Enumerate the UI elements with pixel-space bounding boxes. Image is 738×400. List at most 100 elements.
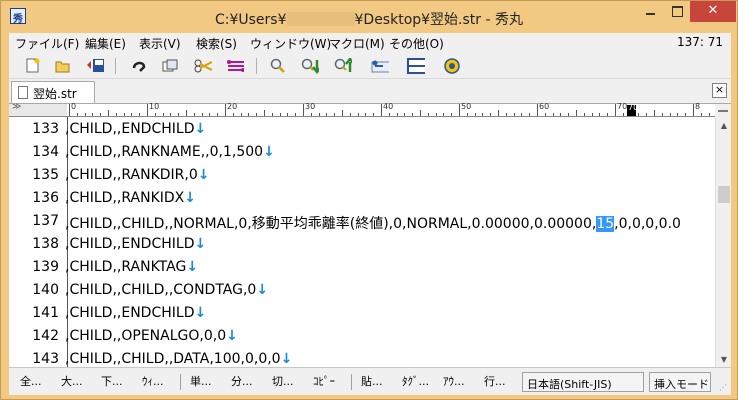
app-window: 秀 C:¥Users¥ ¥Desktop¥翌始.str - 秀丸 ✕ ファイル(F… — [0, 0, 738, 400]
ruler-tick — [505, 113, 507, 116]
ruler-tick — [318, 113, 320, 116]
input-mode-status[interactable]: 挿入モード — [649, 372, 711, 392]
save-icon[interactable] — [86, 57, 104, 74]
ruler-number: 0 — [71, 102, 77, 111]
editor-line[interactable]: 143 ,CHILD,,CHILD,,DATA,100,0,0,0↓ — [9, 348, 715, 368]
toolbar — [9, 53, 731, 79]
ruler-tick — [264, 110, 265, 116]
minimize-button[interactable] — [636, 1, 664, 22]
ruler-tick — [498, 110, 499, 116]
ruler-tick — [92, 113, 94, 116]
encoding-status[interactable]: 日本語(Shift-JIS) — [522, 372, 644, 392]
ruler-tick — [178, 113, 180, 116]
eol-marker: ↓ — [194, 121, 207, 137]
fkey-button[interactable]: 全... — [20, 373, 42, 389]
copy-icon[interactable] — [162, 57, 180, 74]
line-text: ,CHILD,,OPENALGO,0,0↓ — [65, 328, 238, 344]
editor-line[interactable]: 142 ,CHILD,,OPENALGO,0,0↓ — [9, 325, 715, 348]
ruler-number: 40 — [383, 102, 394, 111]
menu-bar: ファイル(F) 編集(E) 表示(V) 検索(S) ウィンドウ(W) マクロ(M… — [9, 33, 731, 53]
ruler-tick — [490, 113, 492, 116]
tab-bar: 翌始.str × — [9, 79, 731, 103]
ruler-gutter-label: ≫ — [12, 102, 22, 112]
scroll-up-arrow-icon[interactable]: ▲ — [716, 118, 732, 134]
menu-file[interactable]: ファイル(F) — [15, 35, 79, 52]
find-down-icon[interactable] — [301, 57, 319, 74]
fkey-button[interactable]: ｱｳ... — [443, 373, 465, 389]
editor-line[interactable]: 139 ,CHILD,,RANKTAG↓ — [9, 256, 715, 279]
line-number: 138 — [32, 236, 59, 252]
fkey-button[interactable]: ｺﾋﾟｰ — [313, 373, 335, 389]
editor-line[interactable]: 135 ,CHILD,,RANKDIR,0↓ — [9, 164, 715, 187]
fkey-button[interactable]: 下... — [101, 373, 123, 389]
resize-grip-icon[interactable]: ⋰ — [719, 383, 729, 393]
ruler-number: 10 — [149, 102, 160, 111]
ruler-tick — [381, 104, 382, 116]
fkey-separator — [180, 374, 181, 390]
ruler-tick — [693, 104, 694, 116]
scroll-down-arrow-icon[interactable]: ▼ — [716, 352, 732, 368]
ruler-tick — [303, 104, 304, 116]
grep-icon[interactable] — [371, 57, 389, 74]
fkey-button[interactable]: 単... — [190, 373, 212, 389]
window-split-handle[interactable] — [715, 104, 731, 118]
ruler-tick — [170, 113, 172, 116]
tab-file[interactable]: 翌始.str — [11, 81, 95, 103]
fkey-button[interactable]: ｳｨ... — [142, 373, 164, 389]
eol-marker: ↓ — [280, 351, 293, 367]
editor-lines[interactable]: 133 ,CHILD,,ENDCHILD↓ 134 ,CHILD,,RANKNA… — [9, 118, 715, 368]
eol-marker: ↓ — [184, 190, 196, 206]
fkey-button[interactable]: 大... — [61, 373, 83, 389]
menu-view[interactable]: 表示(V) — [139, 35, 181, 52]
line-text: ,CHILD,,RANKNAME,,0,1,500↓ — [65, 144, 275, 160]
fkey-button[interactable]: ﾀｸﾞ... — [402, 373, 429, 389]
editor-line[interactable]: 141 ,CHILD,,ENDCHILD↓ — [9, 302, 715, 325]
open-folder-icon[interactable] — [54, 57, 72, 74]
vertical-scrollbar[interactable]: ▲ ▼ — [715, 118, 731, 368]
maximize-button[interactable] — [664, 1, 690, 22]
close-icon: × — [714, 83, 725, 96]
fkey-button[interactable]: 切... — [272, 373, 294, 389]
ruler-tick — [708, 113, 710, 116]
ruler-tick — [349, 113, 351, 116]
editor-line-current[interactable]: 137 ,CHILD,,CHILD,,NORMAL,0,移動平均乖離率(終値),… — [9, 210, 715, 233]
ruler-tick — [334, 113, 336, 116]
ruler-tick — [287, 113, 289, 116]
find-icon[interactable] — [269, 57, 287, 74]
document-icon — [18, 86, 28, 99]
paste-icon[interactable] — [226, 57, 244, 74]
tab-close-button[interactable]: × — [712, 83, 727, 98]
new-file-icon[interactable] — [24, 57, 42, 74]
ruler-tick — [599, 113, 601, 116]
editor-line[interactable]: 133 ,CHILD,,ENDCHILD↓ — [9, 118, 715, 141]
text-editor[interactable]: ≫ 0 10 20 30 40 50 60 70 8 70 133 ,CHILD,,ENDCHI… — [9, 102, 731, 368]
title-bar[interactable]: 秀 C:¥Users¥ ¥Desktop¥翌始.str - 秀丸 ✕ — [1, 1, 737, 33]
close-button[interactable]: ✕ — [690, 1, 736, 22]
help-icon[interactable] — [443, 57, 461, 74]
undo-icon[interactable] — [130, 57, 148, 74]
editor-line[interactable]: 140 ,CHILD,,CHILD,,CONDTAG,0↓ — [9, 279, 715, 302]
ruler-tick — [544, 113, 546, 116]
cut-icon[interactable] — [194, 57, 212, 74]
scrollbar-thumb[interactable] — [718, 186, 730, 203]
menu-window[interactable]: ウィンドウ(W) — [250, 35, 331, 52]
menu-edit[interactable]: 編集(E) — [85, 35, 126, 52]
fkey-button[interactable]: 貼... — [361, 373, 383, 389]
menu-search[interactable]: 検索(S) — [196, 35, 237, 52]
fkey-button[interactable]: 行... — [484, 373, 506, 389]
fkey-button[interactable]: 分... — [231, 373, 253, 389]
find-up-icon[interactable] — [334, 57, 352, 74]
menu-other[interactable]: その他(O) — [389, 35, 444, 52]
eol-marker: ↓ — [226, 328, 238, 344]
ruler-tick — [69, 104, 70, 116]
eol-marker: ↓ — [263, 144, 275, 160]
window-split-icon[interactable] — [407, 57, 425, 74]
menu-macro[interactable]: マクロ(M) — [329, 35, 385, 52]
ruler-tick — [217, 113, 219, 116]
editor-line[interactable]: 138 ,CHILD,,ENDCHILD↓ — [9, 233, 715, 256]
ruler-tick — [248, 113, 250, 116]
editor-line[interactable]: 136 ,CHILD,,RANKIDX↓ — [9, 187, 715, 210]
editor-line[interactable]: 134 ,CHILD,,RANKNAME,,0,1,500↓ — [9, 141, 715, 164]
ruler-tick — [256, 113, 258, 116]
ruler-tick — [139, 113, 141, 116]
